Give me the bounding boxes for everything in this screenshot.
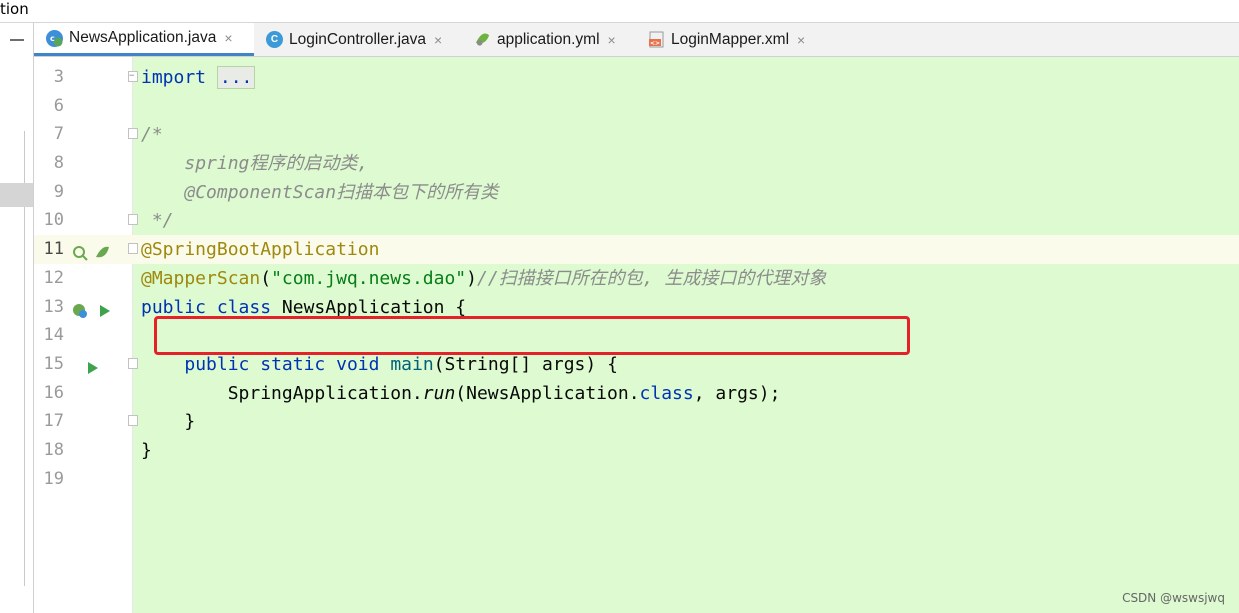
comment-text: //扫描接口所在的包, 生成接口的代理对象	[476, 268, 827, 289]
code-text: (NewsApplication.	[455, 383, 640, 404]
code-line: 8 spring程序的启动类,	[34, 149, 1239, 178]
folded-imports[interactable]: ...	[216, 66, 256, 89]
method-name: run	[422, 383, 456, 404]
keyword: import	[141, 67, 207, 88]
string-literal: "com.jwq.news.dao"	[271, 268, 467, 289]
spring-class-icon: c	[46, 29, 63, 47]
code-text: (String[] args) {	[433, 354, 618, 375]
code-line: 3 import ...	[34, 62, 1239, 92]
paren: )	[466, 268, 477, 289]
keyword: public	[141, 297, 207, 318]
svg-text:<>: <>	[650, 40, 660, 47]
run-icon[interactable]	[86, 356, 102, 374]
code-line-current: 11 @SpringBootApplication	[34, 235, 1239, 264]
tab-login-controller[interactable]: C LoginController.java ×	[254, 23, 460, 56]
spring-bean-icon[interactable]	[72, 241, 88, 261]
fold-marker-icon[interactable]	[128, 358, 138, 369]
code-line: 6	[34, 92, 1239, 121]
code-text: }	[184, 411, 196, 432]
watermark: CSDN @wswsjwq	[1122, 591, 1225, 605]
tab-login-mapper[interactable]: <> LoginMapper.xml ×	[636, 23, 826, 56]
tab-application-yml[interactable]: application.yml ×	[462, 23, 636, 56]
line-number: 7	[53, 124, 64, 144]
comment-text: /*	[141, 124, 163, 145]
run-icon[interactable]	[98, 299, 114, 317]
tab-label: LoginController.java	[289, 30, 427, 48]
line-number: 3	[53, 67, 64, 87]
comment-text: spring	[184, 153, 250, 174]
comment-text: @ComponentScan	[184, 182, 337, 203]
method-name: main	[390, 354, 434, 375]
fold-marker-icon[interactable]	[128, 415, 138, 426]
line-number: 6	[53, 96, 64, 116]
line-number: 9	[53, 182, 64, 202]
comment-text: 程序的启动类,	[249, 153, 369, 174]
highlight-annotation-box	[154, 316, 910, 355]
svg-text:c: c	[50, 34, 55, 43]
line-number: 13	[43, 297, 64, 317]
line-number: 14	[43, 325, 64, 345]
code-line: 16 SpringApplication.run(NewsApplication…	[34, 379, 1239, 408]
line-number: 16	[43, 383, 64, 403]
close-tab-icon[interactable]: ×	[224, 30, 232, 46]
line-number: 10	[43, 210, 64, 230]
window-title-fragment: tion	[0, 0, 29, 18]
line-number: 12	[43, 268, 64, 288]
class-name: NewsApplication {	[271, 297, 467, 318]
code-line: 19	[34, 465, 1239, 494]
keyword: class	[216, 297, 272, 318]
comment-text: */	[141, 210, 174, 231]
keyword: class	[639, 383, 694, 404]
close-tab-icon[interactable]: ×	[797, 32, 805, 48]
line-number: 19	[43, 469, 64, 489]
code-line: 17 }	[34, 407, 1239, 436]
code-line: 7 /*	[34, 120, 1239, 149]
close-tab-icon[interactable]: ×	[434, 32, 442, 48]
fold-marker-icon[interactable]	[128, 243, 138, 254]
xml-file-icon: <>	[648, 31, 665, 48]
editor-tab-bar: c NewsApplication.java × C LoginControll…	[34, 23, 1239, 57]
class-icon: C	[266, 31, 283, 48]
close-tab-icon[interactable]: ×	[608, 32, 616, 48]
fold-marker-icon[interactable]	[128, 62, 138, 91]
code-editor[interactable]: 3 import ... 6 7 /* 8 spring程序的启动类, 9 @C…	[34, 57, 1239, 613]
comment-text: 扫描本包下的所有类	[336, 182, 499, 203]
code-line: 9 @ComponentScan扫描本包下的所有类	[34, 178, 1239, 207]
code-line: 18 }	[34, 436, 1239, 465]
annotation: @SpringBootApplication	[141, 239, 380, 260]
fold-marker-icon[interactable]	[128, 128, 138, 139]
code-text: , args);	[693, 383, 781, 404]
line-number: 17	[43, 411, 64, 431]
tab-label: LoginMapper.xml	[671, 30, 790, 48]
project-tool-panel	[0, 23, 34, 613]
annotation: @MapperScan	[141, 268, 261, 289]
line-number: 18	[43, 440, 64, 460]
fold-marker-icon[interactable]	[128, 214, 138, 225]
spring-config-icon[interactable]	[94, 241, 110, 258]
code-text: }	[141, 440, 152, 461]
code-line: 12 @MapperScan("com.jwq.news.dao")//扫描接口…	[34, 264, 1239, 293]
line-number: 15	[43, 354, 64, 374]
collapse-icon[interactable]	[10, 39, 24, 41]
code-line: 10 */	[34, 206, 1239, 235]
line-number: 8	[53, 153, 64, 173]
tab-label: application.yml	[497, 30, 600, 48]
window-title-strip: tion	[0, 0, 1239, 23]
keyword: public	[184, 354, 250, 375]
code-text: SpringApplication.	[227, 383, 423, 404]
tab-label: NewsApplication.java	[69, 29, 217, 46]
spring-boot-icon[interactable]	[72, 299, 88, 318]
keyword: void	[336, 354, 380, 375]
keyword: static	[260, 354, 326, 375]
tab-news-application[interactable]: c NewsApplication.java ×	[34, 23, 254, 56]
line-number: 11	[43, 239, 64, 259]
spring-yml-icon	[474, 31, 491, 48]
selected-tree-item[interactable]	[0, 183, 33, 207]
paren: (	[260, 268, 272, 289]
